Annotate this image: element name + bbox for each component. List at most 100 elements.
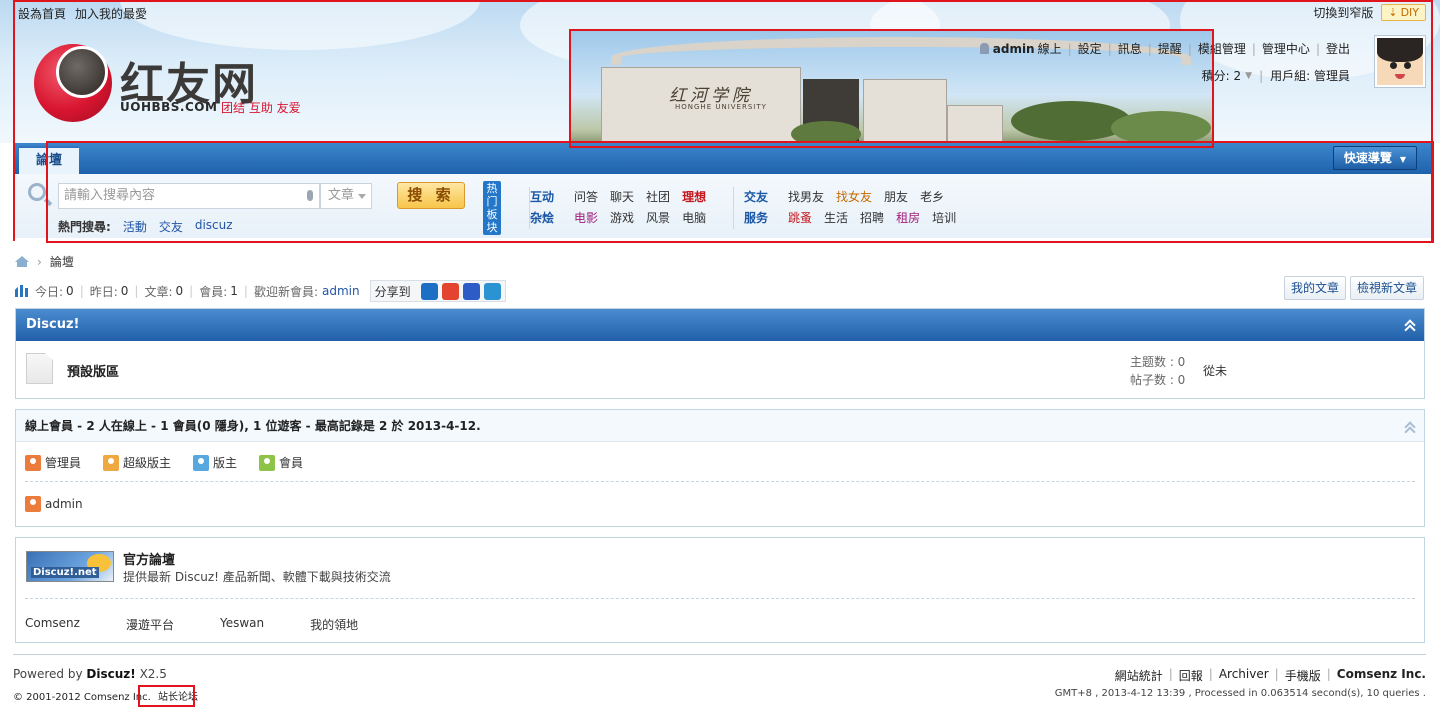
banner-sign-en: HONGHE UNIVERSITY (675, 103, 767, 111)
mobile-link[interactable]: 手機版 (1285, 667, 1321, 684)
moderator-icon (193, 454, 210, 471)
points-link[interactable]: 積分: 2 (1202, 67, 1242, 84)
board-link[interactable]: 游戏 (610, 208, 634, 229)
hot-term-link[interactable]: 交友 (159, 218, 183, 235)
top-right-tools: 切換到窄版 ⇣ DIY (1313, 4, 1426, 21)
renren-share-icon[interactable] (462, 282, 480, 300)
board-category[interactable]: 互动 (530, 187, 554, 208)
home-icon[interactable] (15, 256, 29, 267)
admin-center-link[interactable]: 管理中心 (1262, 40, 1310, 57)
set-homepage-link[interactable]: 設為首頁 (18, 5, 66, 22)
username-link[interactable]: admin (993, 42, 1035, 56)
avatar[interactable] (1374, 35, 1426, 88)
logout-link[interactable]: 登出 (1326, 40, 1350, 57)
newest-member-link[interactable]: admin (322, 284, 360, 298)
hot-term-link[interactable]: 活動 (123, 218, 147, 235)
members-count: 1 (230, 284, 238, 298)
search-input[interactable]: 請輸入搜尋內容 (58, 183, 320, 209)
board-link[interactable]: 培训 (932, 208, 956, 229)
discuz-link[interactable]: Discuz! (86, 667, 135, 681)
board-link[interactable]: 问答 (574, 187, 598, 208)
breadcrumb-current: 論壇 (49, 255, 74, 269)
qzone-share-icon[interactable] (420, 282, 438, 300)
comsenz-link[interactable]: Comsenz Inc. (1337, 667, 1426, 684)
legend-label: 超級版主 (123, 456, 172, 470)
add-favorite-link[interactable]: 加入我的最愛 (75, 5, 147, 22)
share-label: 分享到 (374, 284, 411, 299)
divider: | (1251, 41, 1256, 56)
board-link[interactable]: 理想 (682, 187, 706, 208)
friend-link[interactable]: 我的領地 (310, 616, 358, 633)
category-title[interactable]: Discuz! (26, 317, 79, 332)
search-button[interactable]: 搜 索 (397, 182, 465, 209)
divider: | (1315, 41, 1320, 56)
friend-link[interactable]: Yeswan (220, 616, 264, 633)
friend-link[interactable]: 漫遊平台 (126, 616, 174, 633)
admin-user-icon (25, 496, 41, 512)
board-link[interactable]: 租房 (896, 208, 920, 229)
collapse-icon[interactable] (1405, 421, 1415, 431)
notifications-link[interactable]: 提醒 (1158, 40, 1182, 57)
copyright-text: © 2001-2012 Comsenz Inc. (13, 692, 151, 703)
legend-label: 版主 (213, 456, 238, 470)
board-link[interactable]: 电影 (574, 208, 598, 229)
board-link[interactable]: 电脑 (682, 208, 706, 229)
friend-link[interactable]: Comsenz (25, 616, 80, 633)
discuz-net-logo[interactable]: Discuz!.net (26, 551, 114, 582)
page-header: 設為首頁 加入我的最愛 切換到窄版 ⇣ DIY 红友网 UOHBBS.COM 团结… (0, 0, 1440, 143)
tab-forum[interactable]: 論壇 (19, 146, 79, 174)
diy-button[interactable]: ⇣ DIY (1381, 4, 1426, 21)
board-category[interactable]: 服务 (744, 208, 768, 229)
site-stats-link[interactable]: 網站統計 (1115, 667, 1163, 684)
board-link[interactable]: 社团 (646, 187, 670, 208)
board-link[interactable]: 跳蚤 (788, 208, 812, 229)
board-link[interactable]: 朋友 (884, 187, 908, 208)
hot-board-group-2: 交友 找男友 找女友 朋友 老乡 服务 跳蚤 生活 招聘 租房 培训 (733, 187, 973, 229)
my-posts-button[interactable]: 我的文章 (1284, 276, 1347, 300)
board-link[interactable]: 找男友 (788, 187, 824, 208)
user-group: 用戶組: 管理員 (1270, 69, 1350, 83)
board-category[interactable]: 交友 (744, 187, 768, 208)
settings-link[interactable]: 設定 (1078, 40, 1102, 57)
online-status: 線上 (1037, 42, 1062, 56)
board-link[interactable]: 聊天 (610, 187, 634, 208)
tencent-share-icon[interactable] (483, 282, 501, 300)
board-link[interactable]: 找女友 (836, 187, 872, 208)
official-forum-link[interactable]: 官方論壇 (123, 549, 175, 568)
divider: | (134, 284, 139, 298)
top-links: 設為首頁 加入我的最愛 (18, 5, 147, 22)
caret-down-icon (358, 194, 366, 199)
hot-term-link[interactable]: discuz (195, 218, 233, 235)
archiver-link[interactable]: Archiver (1219, 667, 1269, 684)
switch-width-link[interactable]: 切換到窄版 (1313, 4, 1373, 21)
forum-stats: 今日: 0 | 昨日: 0 | 文章: 0 | 會員: 1 | 歡迎新會員: admin … (15, 280, 506, 302)
search-type-value: 文章 (328, 188, 355, 203)
search-type-select[interactable]: 文章 (320, 183, 372, 209)
messages-link[interactable]: 訊息 (1118, 40, 1142, 57)
board-category[interactable]: 杂烩 (530, 208, 554, 229)
super-moderator-icon (103, 454, 120, 471)
collapse-icon[interactable] (1405, 319, 1415, 329)
forum-name-link[interactable]: 預設版區 (67, 361, 119, 380)
banner-trees-2 (1111, 111, 1211, 143)
logo-text: Discuz!.net (31, 567, 99, 578)
divider: | (1107, 41, 1112, 56)
new-posts-button[interactable]: 檢視新文章 (1350, 276, 1425, 300)
report-link[interactable]: 回報 (1179, 667, 1203, 684)
legend-label: 管理員 (45, 456, 82, 470)
avatar-hair (1377, 38, 1423, 63)
search-bar: 請輸入搜尋內容 文章 搜 索 熱門搜尋: 活動 交友 discuz 热门板块 互… (15, 174, 1433, 238)
board-link[interactable]: 招聘 (860, 208, 884, 229)
logo-dot-icon (56, 46, 108, 98)
site-logo[interactable]: 红友网 UOHBBS.COM 团结 互助 友爱 (34, 42, 324, 126)
posts-label: 文章: (144, 284, 173, 299)
board-link[interactable]: 生活 (824, 208, 848, 229)
board-link[interactable]: 老乡 (920, 187, 944, 208)
admin-forum-link[interactable]: 站长论坛 (158, 692, 198, 703)
microphone-icon[interactable] (307, 190, 313, 201)
weibo-share-icon[interactable] (441, 282, 459, 300)
module-manage-link[interactable]: 模組管理 (1198, 40, 1246, 57)
board-link[interactable]: 风景 (646, 208, 670, 229)
quick-nav-button[interactable]: 快速導覽 ▼ (1332, 146, 1417, 170)
online-user-link[interactable]: admin (45, 497, 83, 511)
